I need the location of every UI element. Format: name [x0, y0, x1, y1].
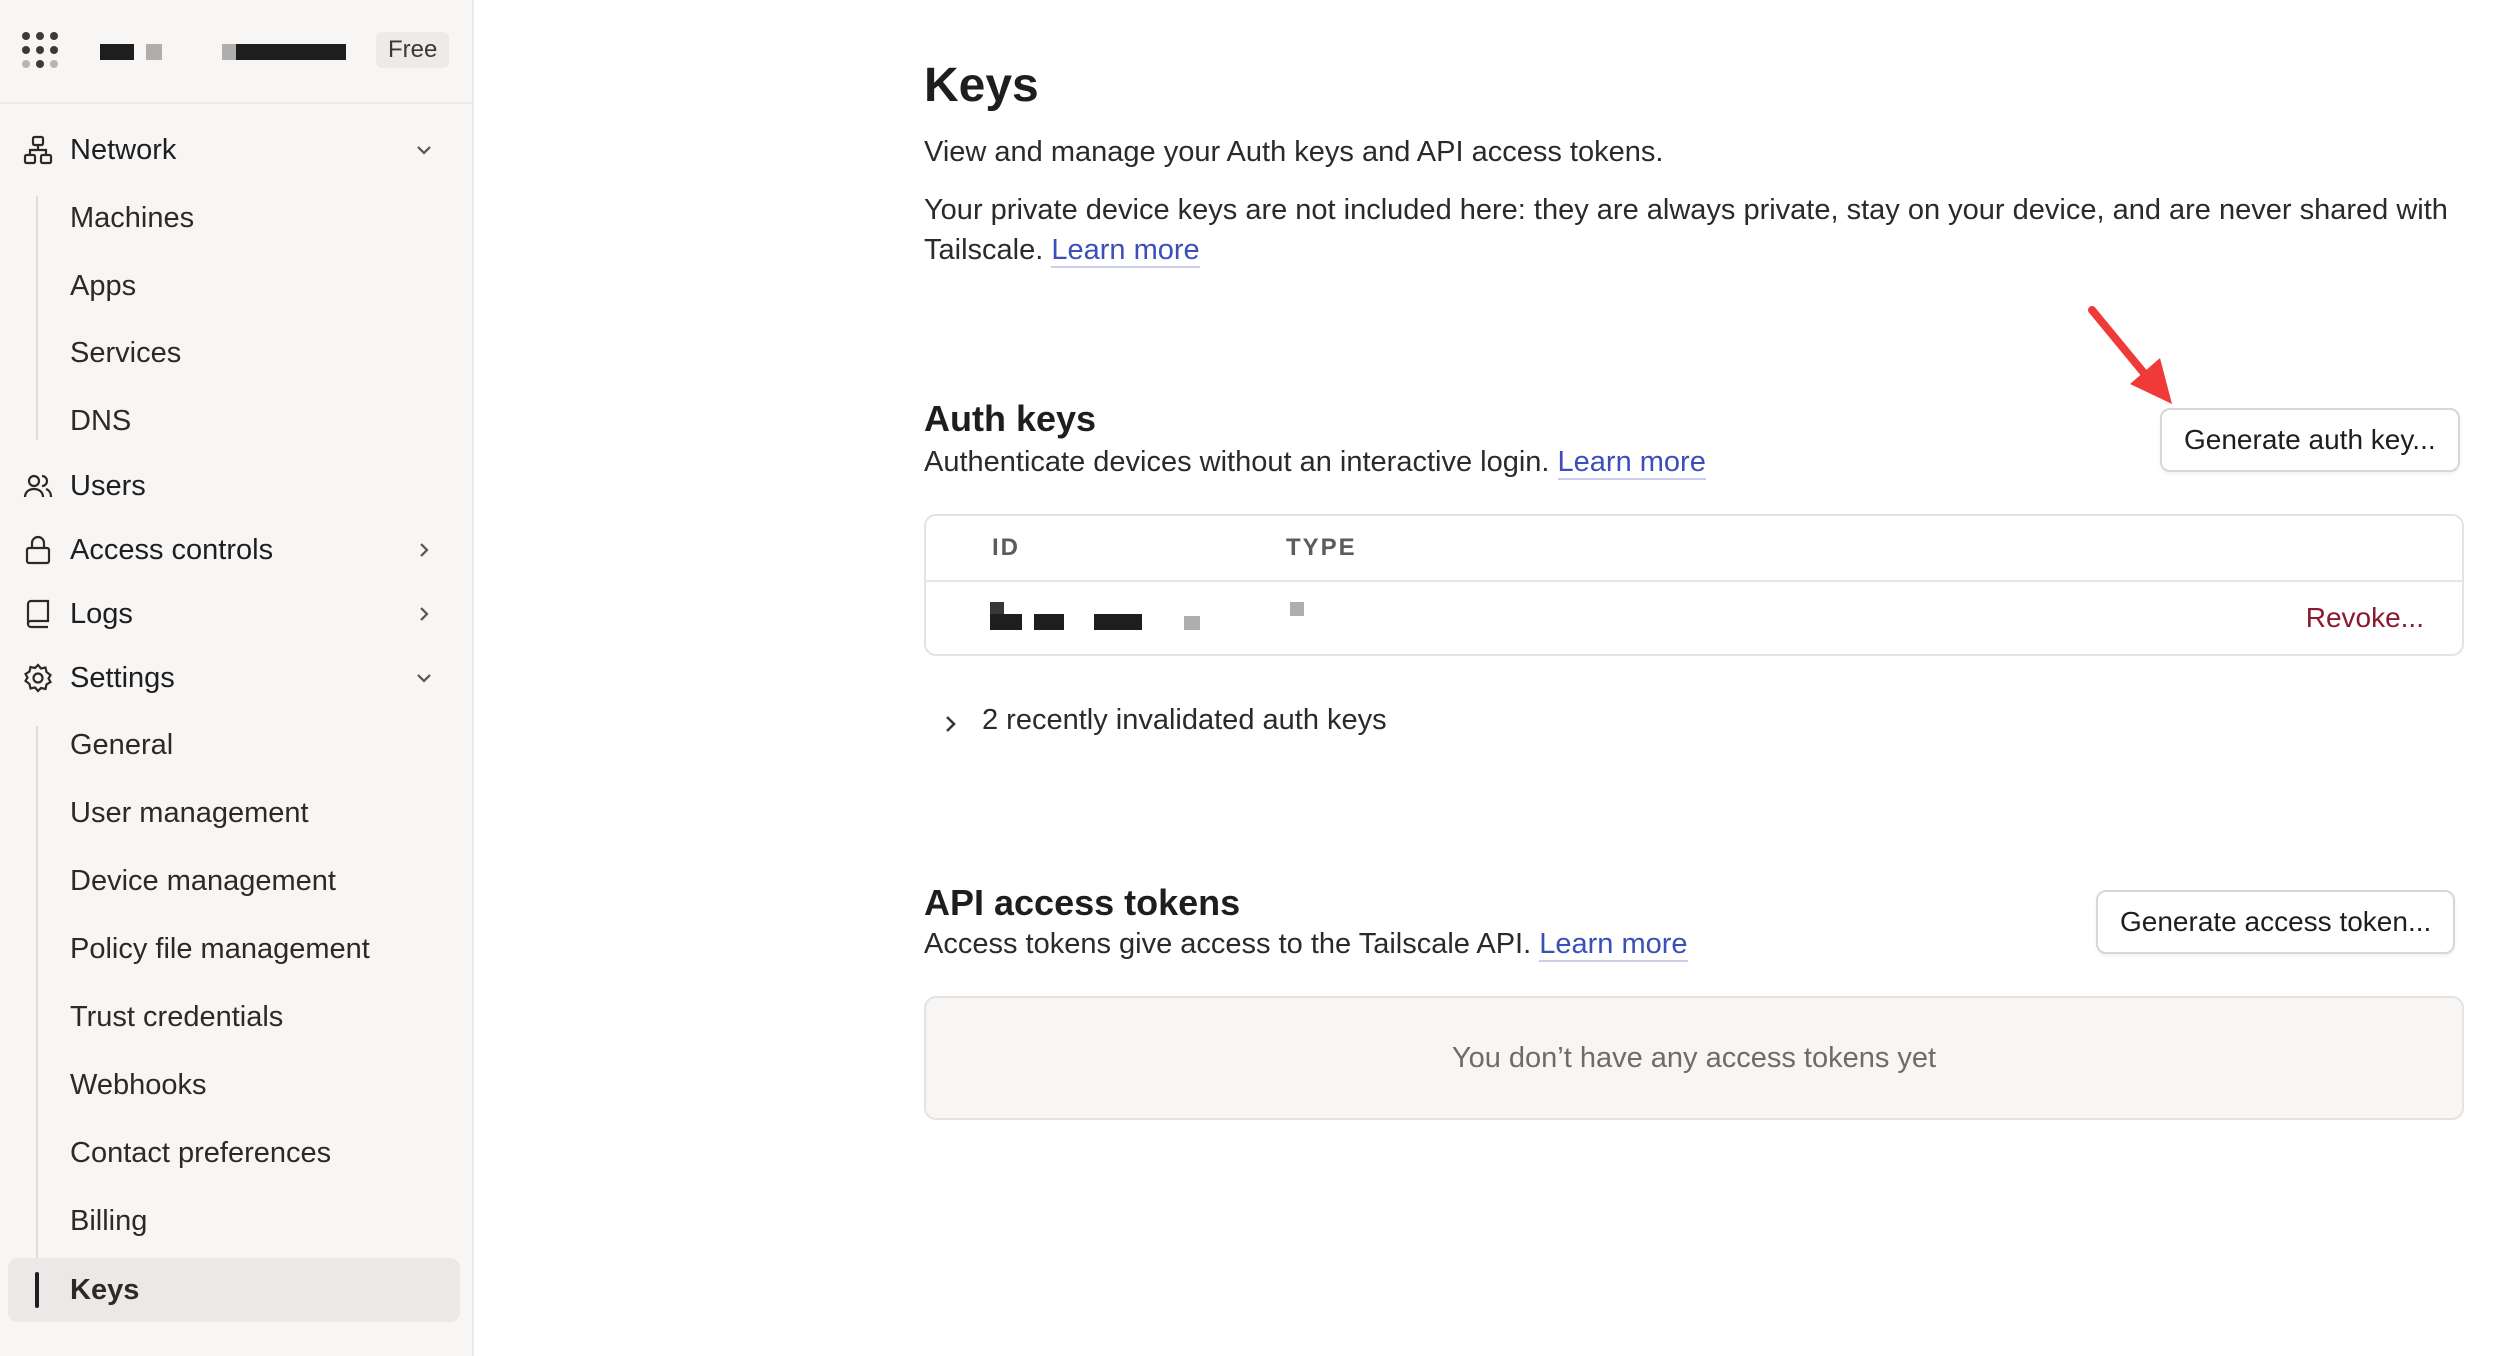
chevron-down-icon [417, 146, 431, 155]
gear-icon [24, 663, 52, 693]
nav-users[interactable]: Users [20, 458, 460, 514]
nav-services[interactable]: Services [70, 325, 181, 381]
tailscale-logo-icon[interactable] [22, 32, 58, 68]
sidebar-header: Free [0, 0, 472, 104]
column-header-id: ID [992, 534, 1020, 561]
nav-machines[interactable]: Machines [70, 190, 194, 246]
private-keys-note: Your private device keys are not include… [924, 194, 2448, 268]
learn-more-link[interactable]: Learn more [1051, 234, 1200, 268]
chevron-right-icon [420, 607, 429, 621]
nav-billing[interactable]: Billing [70, 1193, 147, 1249]
nav-general[interactable]: General [70, 717, 173, 773]
chevron-down-icon [417, 674, 431, 683]
nav-network[interactable]: Network [20, 122, 460, 178]
active-indicator [35, 1272, 39, 1308]
main-content: Keys View and manage your Auth keys and … [924, 0, 2464, 1356]
nav-logs[interactable]: Logs [20, 586, 460, 642]
plan-badge: Free [376, 32, 450, 68]
nav-access-controls[interactable]: Access controls [20, 522, 460, 578]
generate-auth-key-button[interactable]: Generate auth key... [2160, 408, 2460, 472]
sidebar: Free Network Machines Apps Services DNS … [0, 0, 474, 1356]
nav-webhooks[interactable]: Webhooks [70, 1057, 207, 1113]
users-icon [23, 474, 53, 498]
auth-keys-learn-more-link[interactable]: Learn more [1557, 446, 1706, 480]
nav-user-management[interactable]: User management [70, 785, 309, 841]
tree-line [36, 726, 38, 1258]
book-icon [26, 599, 50, 629]
table-header: ID TYPE [926, 516, 2462, 582]
nav-settings[interactable]: Settings [20, 650, 460, 706]
nav-policy-file-management[interactable]: Policy file management [70, 921, 370, 977]
network-icon [23, 135, 53, 165]
generate-access-token-button[interactable]: Generate access token... [2096, 890, 2456, 954]
nav-keys[interactable]: Keys [70, 1262, 139, 1318]
chevron-right-icon [946, 716, 956, 732]
tree-line [36, 196, 38, 440]
api-tokens-learn-more-link[interactable]: Learn more [1539, 928, 1688, 962]
nav-device-management[interactable]: Device management [70, 853, 336, 909]
auth-keys-title: Auth keys [924, 398, 1097, 439]
auth-keys-table: ID TYPE Revoke... [924, 514, 2464, 656]
empty-tokens-message: You don’t have any access tokens yet [924, 996, 2464, 1120]
api-tokens-description: Access tokens give access to the Tailsca… [924, 928, 1688, 962]
nav-contact-preferences[interactable]: Contact preferences [70, 1125, 331, 1181]
chevron-right-icon [420, 543, 429, 557]
nav-apps[interactable]: Apps [70, 258, 136, 314]
nav-dns[interactable]: DNS [70, 393, 131, 449]
page-title: Keys [924, 59, 1039, 112]
lock-icon [25, 535, 51, 565]
api-tokens-title: API access tokens [924, 882, 1241, 923]
annotation-arrow-icon [2088, 306, 2172, 404]
revoke-button[interactable]: Revoke... [2306, 602, 2424, 634]
auth-keys-description: Authenticate devices without an interact… [924, 446, 1706, 480]
page-description: View and manage your Auth keys and API a… [924, 136, 1664, 168]
column-header-type: TYPE [1286, 534, 1357, 561]
nav-trust-credentials[interactable]: Trust credentials [70, 989, 283, 1045]
